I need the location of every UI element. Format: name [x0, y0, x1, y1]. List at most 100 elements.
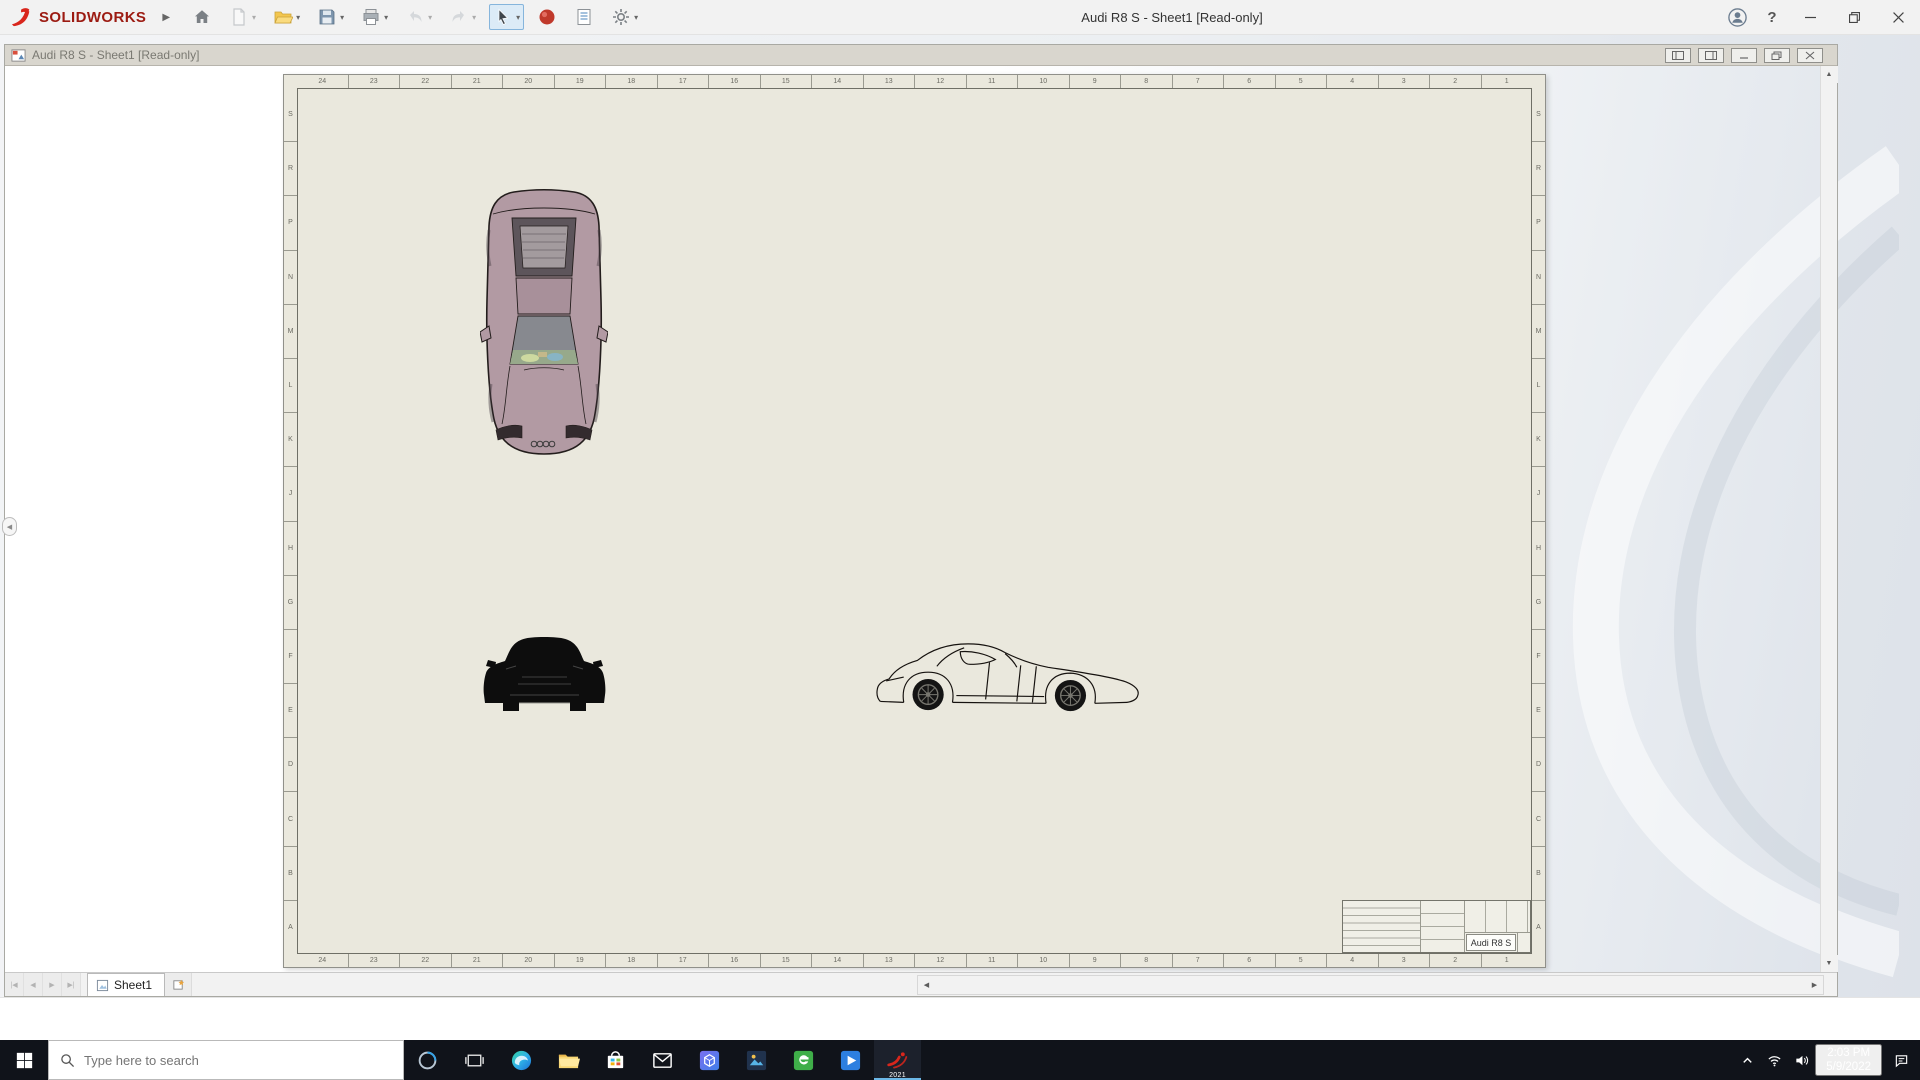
first-sheet-button[interactable]: |◀ [5, 973, 24, 996]
top-zone-label: 6 [1224, 75, 1276, 88]
horizontal-scrollbar-track[interactable] [935, 976, 1806, 994]
taskbar-file-explorer-icon[interactable] [545, 1040, 592, 1080]
scroll-up-arrow-icon[interactable]: ▲ [1820, 66, 1838, 83]
bottom-zone-label: 10 [1018, 954, 1070, 967]
taskbar-cortana-icon[interactable] [404, 1040, 451, 1080]
toolbar-redo-button[interactable]: ▾ [445, 4, 480, 30]
network-icon[interactable] [1761, 1040, 1788, 1080]
top-zone-label: 3 [1379, 75, 1430, 88]
zone-strip-top: 24 23 22 21 20 19 18 17 16 15 14 13 12 11 10 9 8 7 6 5 4 3 2 1 [297, 75, 1532, 88]
volume-icon[interactable] [1788, 1040, 1815, 1080]
dropdown-caret-icon[interactable]: ▾ [340, 13, 344, 22]
dropdown-caret-icon[interactable]: ▾ [516, 13, 520, 22]
taskbar-solidworks-icon[interactable]: 2021 [874, 1040, 921, 1080]
print-icon [361, 7, 381, 27]
right-zone-label: B [1532, 847, 1545, 901]
pane-left-icon[interactable] [1665, 47, 1691, 63]
minimize-button[interactable] [1788, 0, 1832, 35]
windows-taskbar: 2021 2:03 PM 5/9/2022 [0, 1040, 1920, 1080]
toolbar-undo-button[interactable]: ▾ [401, 4, 436, 30]
toolbar-home-button[interactable] [188, 4, 216, 30]
scroll-left-arrow-icon[interactable]: ◀ [918, 976, 935, 994]
sheet-tab-bar: |◀ ◀ ▶ ▶| Sheet1 ◀ ▶ [5, 972, 1837, 996]
vertical-scrollbar[interactable]: ▲ ▼ [1820, 66, 1838, 972]
top-zone-label: 15 [761, 75, 812, 88]
dropdown-caret-icon[interactable]: ▾ [634, 13, 638, 22]
redo-icon [449, 7, 469, 27]
taskbar-photos-icon[interactable] [733, 1040, 780, 1080]
toolbar-select-button[interactable]: ▾ [489, 4, 525, 30]
account-icon[interactable] [1718, 0, 1756, 35]
drawing-viewport[interactable]: 24 23 22 21 20 19 18 17 16 15 14 13 12 11 10 9 8 7 6 5 4 3 2 1 … [5, 66, 1820, 972]
toolbar-file-properties-button[interactable] [570, 4, 598, 30]
search-input[interactable] [84, 1052, 392, 1068]
bottom-zone-label: 13 [864, 954, 915, 967]
doc-close-button[interactable] [1797, 47, 1823, 63]
taskbar-store-icon[interactable] [592, 1040, 639, 1080]
previous-sheet-button[interactable]: ◀ [24, 973, 43, 996]
search-icon [61, 1053, 75, 1067]
featuremanager-flyout-arrow[interactable]: ◀ [2, 517, 17, 536]
taskbar-mail-icon[interactable] [639, 1040, 686, 1080]
tab-sheet1[interactable]: Sheet1 [87, 973, 166, 996]
toolbar-print-button[interactable]: ▾ [357, 4, 392, 30]
bottom-zone-label: 12 [915, 954, 967, 967]
drawing-view-top[interactable] [480, 188, 608, 458]
title-block-revision-table [1343, 901, 1421, 952]
sheet-icon [96, 979, 109, 991]
right-zone-label: L [1532, 359, 1545, 414]
doc-restore-button[interactable] [1764, 47, 1790, 63]
app-window-title: Audi R8 S - Sheet1 [Read-only] [1081, 9, 1263, 25]
right-zone-label: G [1532, 576, 1545, 630]
top-zone-label: 12 [915, 75, 967, 88]
dropdown-caret-icon[interactable]: ▾ [252, 13, 256, 22]
right-zone-label: N [1532, 251, 1545, 305]
left-zone-label: M [284, 305, 297, 359]
drawing-view-front[interactable] [482, 633, 607, 718]
taskbar-search[interactable] [48, 1040, 404, 1080]
app-titlebar: SOLIDWORKS ▶ ▾ ▾ ▾ ▾ ▾ ▾ ▾ ▾ Audi R8 S - Sheet1… [0, 0, 1920, 35]
top-zone-label: 1 [1504, 78, 1509, 85]
dropdown-caret-icon[interactable]: ▾ [384, 13, 388, 22]
drawing-view-side[interactable] [871, 639, 1149, 717]
toolbar-save-button[interactable]: ▾ [313, 4, 348, 30]
document-title: Audi R8 S - Sheet1 [Read-only] [32, 48, 200, 62]
scroll-down-arrow-icon[interactable]: ▼ [1820, 955, 1838, 972]
right-zone-label: E [1532, 684, 1545, 739]
start-button[interactable] [0, 1040, 48, 1080]
top-zone-label: 24 [297, 75, 349, 88]
menu-expand-arrow-icon[interactable]: ▶ [162, 12, 170, 23]
toolbar-open-button[interactable]: ▾ [269, 4, 304, 30]
last-sheet-button[interactable]: ▶| [62, 973, 81, 996]
dropdown-caret-icon[interactable]: ▾ [472, 13, 476, 22]
select-icon [493, 7, 513, 27]
top-zone-label: 5 [1276, 75, 1327, 88]
next-sheet-button[interactable]: ▶ [43, 973, 62, 996]
toolbar-new-document-button[interactable]: ▾ [225, 4, 260, 30]
taskbar-clock[interactable]: 2:03 PM 5/9/2022 [1815, 1043, 1882, 1077]
scroll-right-arrow-icon[interactable]: ▶ [1806, 976, 1823, 994]
help-icon[interactable]: ? [1756, 0, 1788, 35]
document-window-controls [1665, 47, 1831, 63]
taskbar-media-player-icon[interactable] [827, 1040, 874, 1080]
taskbar-3d-viewer-icon[interactable] [686, 1040, 733, 1080]
horizontal-scrollbar[interactable]: ◀ ▶ [917, 975, 1824, 995]
dropdown-caret-icon[interactable]: ▾ [428, 13, 432, 22]
close-button[interactable] [1876, 0, 1920, 35]
drawing-document-icon [11, 48, 26, 63]
hidden-icons-chevron-icon[interactable] [1734, 1040, 1761, 1080]
taskbar-task-view-icon[interactable] [451, 1040, 498, 1080]
taskbar-edrawings-icon[interactable] [780, 1040, 827, 1080]
toolbar-options-button[interactable]: ▾ [607, 4, 642, 30]
doc-minimize-button[interactable] [1731, 47, 1757, 63]
pane-right-icon[interactable] [1698, 47, 1724, 63]
file-properties-icon [574, 7, 594, 27]
bottom-zone-label: 7 [1173, 954, 1224, 967]
toolbar-xpress-products-button[interactable] [533, 4, 561, 30]
add-sheet-button[interactable] [165, 973, 193, 996]
restore-button[interactable] [1832, 0, 1876, 35]
taskbar-edge-icon[interactable] [498, 1040, 545, 1080]
action-center-icon[interactable] [1882, 1040, 1920, 1080]
dropdown-caret-icon[interactable]: ▾ [296, 13, 300, 22]
left-zone-label: F [284, 630, 297, 685]
